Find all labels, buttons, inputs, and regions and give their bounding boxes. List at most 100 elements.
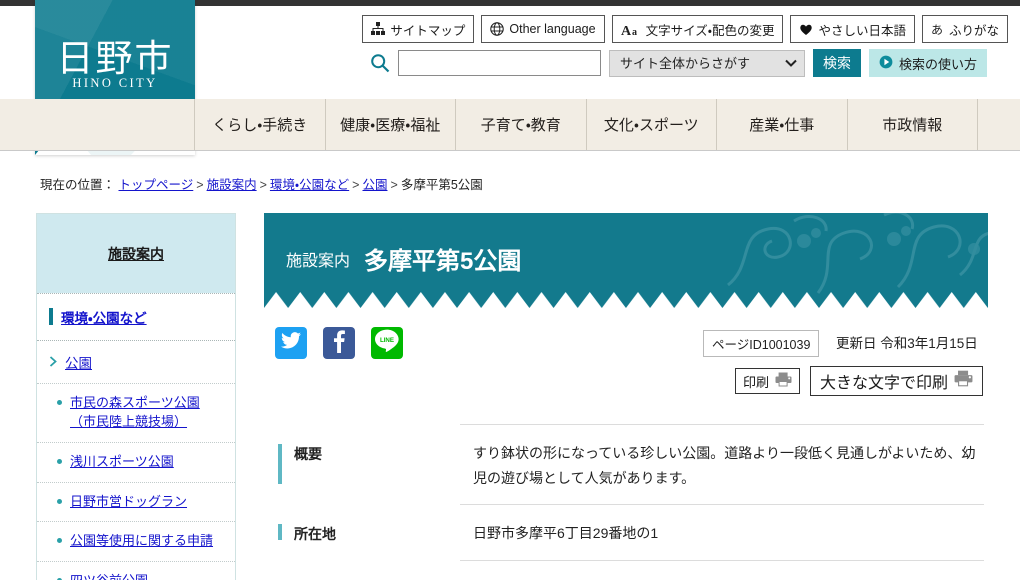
facebook-icon bbox=[333, 329, 345, 358]
svg-text:LINE: LINE bbox=[380, 337, 394, 344]
nav-item-bunka[interactable]: 文化・スポーツ bbox=[587, 99, 717, 150]
twitter-share-button[interactable] bbox=[275, 327, 307, 359]
font-size-color-button[interactable]: A a 文字サイズ・配色の変更 bbox=[611, 15, 784, 43]
sidebar-link-asakawa[interactable]: 浅川スポーツ公園 bbox=[70, 453, 174, 472]
play-circle-icon bbox=[879, 55, 893, 72]
print-button[interactable]: 印刷 bbox=[735, 368, 801, 394]
facebook-share-button[interactable] bbox=[323, 327, 355, 359]
sidebar-heading-label: 施設案内 bbox=[108, 245, 164, 262]
easy-japanese-button[interactable]: やさしい日本語 bbox=[790, 15, 915, 43]
nav-item-kurashi[interactable]: くらし・手続き bbox=[195, 99, 326, 150]
nav-item-shisei[interactable]: 市政情報 bbox=[848, 99, 978, 150]
twitter-icon bbox=[281, 332, 302, 354]
sidebar-subsection-label[interactable]: 公園 bbox=[65, 352, 92, 372]
table-header-label: 概要 bbox=[294, 446, 322, 462]
search-input[interactable] bbox=[398, 50, 601, 76]
sidebar-link-yotsuyamae[interactable]: 四ツ谷前公園 bbox=[70, 572, 148, 580]
search-submit-button[interactable]: 検索 bbox=[813, 49, 861, 77]
section-marker-bar bbox=[49, 308, 53, 325]
list-item[interactable]: 公園等使用に関する申請 bbox=[37, 521, 235, 561]
breadcrumb-prefix: 現在の位置： bbox=[40, 178, 116, 192]
print-buttons: 印刷 大きな文字で印刷 bbox=[735, 366, 984, 396]
page-id-badge: ページID1001039 bbox=[703, 330, 820, 357]
table-cell-chushajo: なし bbox=[460, 559, 984, 580]
heart-icon bbox=[799, 23, 813, 36]
utility-bar: サイトマップ Other language A a 文字サイズ・配色の変更 やさ… bbox=[348, 14, 1008, 44]
sidebar-link-dogrun[interactable]: 日野市営ドッグラン bbox=[70, 493, 187, 512]
sidebar-link-shiminnomori[interactable]: 市民の森スポーツ公園（市民陸上競技場） bbox=[70, 394, 223, 432]
table-cell-shozaichi: 日野市多摩平6丁目29番地の1 bbox=[460, 504, 984, 560]
row-marker-bar bbox=[278, 444, 282, 484]
bullet-icon bbox=[57, 538, 62, 544]
nav-item-kenko[interactable]: 健康・医療・福祉 bbox=[326, 99, 456, 150]
breadcrumb-separator: > bbox=[390, 178, 398, 192]
updated-date: 更新日 令和3年1月15日 bbox=[836, 336, 978, 351]
line-share-button[interactable]: LINE bbox=[371, 327, 403, 359]
list-item[interactable]: 日野市営ドッグラン bbox=[37, 481, 235, 522]
search-help-label: 検索の使い方 bbox=[899, 56, 978, 72]
globe-icon bbox=[490, 22, 505, 36]
nav-item-kosodate[interactable]: 子育て・教育 bbox=[456, 99, 587, 150]
nav-item-sangyo[interactable]: 産業・仕事 bbox=[717, 99, 848, 150]
sidebar-subsection-koen[interactable]: 公園 bbox=[37, 340, 235, 383]
breadcrumb-separator: > bbox=[259, 178, 267, 192]
page-root: 日野市 HINO CITY サイトマップ Other language A a … bbox=[0, 0, 1020, 580]
sidebar-link-shinsei[interactable]: 公園等使用に関する申請 bbox=[70, 532, 213, 551]
breadcrumb-link-kankyo[interactable]: 環境・公園など bbox=[270, 178, 349, 192]
printer-icon bbox=[775, 372, 792, 390]
breadcrumb-link-shisetsu[interactable]: 施設案内 bbox=[207, 178, 257, 192]
breadcrumb-separator: > bbox=[352, 178, 360, 192]
page-title: 多摩平第5公園 bbox=[364, 248, 522, 275]
svg-text:A: A bbox=[621, 24, 632, 37]
other-language-button[interactable]: Other language bbox=[481, 15, 605, 43]
furigana-button[interactable]: あ ふりがな bbox=[921, 15, 1008, 43]
table-row: 駐車場 なし bbox=[278, 559, 984, 580]
breadcrumb-link-top[interactable]: トップページ bbox=[119, 178, 194, 192]
table-header-chushajo: 駐車場 bbox=[278, 560, 460, 580]
table-row: 所在地 日野市多摩平6丁目29番地の1 bbox=[278, 504, 984, 560]
facility-detail-table: 概要 すり鉢状の形になっている珍しい公園。道路より一段低く見通しがよいため、幼児… bbox=[278, 424, 984, 580]
sidebar: 施設案内 環境・公園など 公園 市民の森スポーツ公園（市民陸上競技場） 浅川スポ… bbox=[36, 213, 236, 580]
bullet-icon bbox=[57, 400, 62, 405]
table-header-gaiyo: 概要 bbox=[278, 424, 460, 504]
furigana-icon: あ bbox=[931, 22, 944, 36]
chevron-right-icon bbox=[49, 354, 58, 372]
nav-logo-spacer bbox=[0, 99, 195, 150]
list-item[interactable]: 四ツ谷前公園 bbox=[37, 561, 235, 580]
bullet-icon bbox=[57, 458, 62, 464]
sitemap-button[interactable]: サイトマップ bbox=[362, 15, 475, 43]
sitemap-label: サイトマップ bbox=[390, 23, 466, 38]
font-size-icon: A a bbox=[621, 22, 641, 37]
search-scope-wrapper: サイト全体からさがす bbox=[609, 49, 805, 77]
sidebar-section-kankyo[interactable]: 環境・公園など bbox=[37, 293, 235, 340]
table-header-label: 駐車場 bbox=[294, 574, 336, 580]
global-navigation: くらし・手続き 健康・医療・福祉 子育て・教育 文化・スポーツ 産業・仕事 市政… bbox=[0, 99, 1020, 151]
list-item[interactable]: 浅川スポーツ公園 bbox=[37, 441, 235, 482]
breadcrumb-link-koen[interactable]: 公園 bbox=[362, 178, 387, 192]
share-buttons: LINE bbox=[275, 327, 403, 359]
row-marker-bar bbox=[278, 524, 282, 540]
sidebar-heading[interactable]: 施設案内 bbox=[37, 214, 235, 293]
breadcrumb: 現在の位置： トップページ > 施設案内 > 環境・公園など > 公園 > 多摩平第5公園 bbox=[40, 174, 483, 193]
print-large-label: 大きな文字で印刷 bbox=[820, 375, 949, 392]
search-help-button[interactable]: 検索の使い方 bbox=[869, 49, 988, 77]
print-label: 印刷 bbox=[743, 374, 770, 390]
font-size-color-label: 文字サイズ・配色の変更 bbox=[645, 23, 775, 38]
sidebar-section-label[interactable]: 環境・公園など bbox=[61, 307, 147, 327]
search-scope-select[interactable]: サイト全体からさがす bbox=[609, 49, 805, 77]
list-item[interactable]: 市民の森スポーツ公園（市民陸上競技場） bbox=[37, 383, 235, 442]
breadcrumb-separator: > bbox=[196, 178, 204, 192]
breadcrumb-current: 多摩平第5公園 bbox=[400, 178, 483, 192]
print-large-button[interactable]: 大きな文字で印刷 bbox=[810, 366, 984, 396]
nav-tail-spacer bbox=[978, 99, 1020, 150]
search-icon bbox=[370, 53, 390, 73]
table-row: 概要 すり鉢状の形になっている珍しい公園。道路より一段低く見通しがよいため、幼児… bbox=[278, 424, 984, 504]
svg-text:a: a bbox=[632, 27, 637, 37]
banner-zigzag-edge bbox=[264, 292, 988, 308]
other-language-label: Other language bbox=[509, 22, 596, 36]
logo-japanese-text: 日野市 bbox=[56, 39, 174, 80]
table-header-shozaichi: 所在地 bbox=[278, 504, 460, 560]
printer-icon bbox=[954, 370, 973, 392]
logo-english-text: HINO CITY bbox=[72, 76, 158, 90]
easy-japanese-label: やさしい日本語 bbox=[818, 23, 906, 38]
